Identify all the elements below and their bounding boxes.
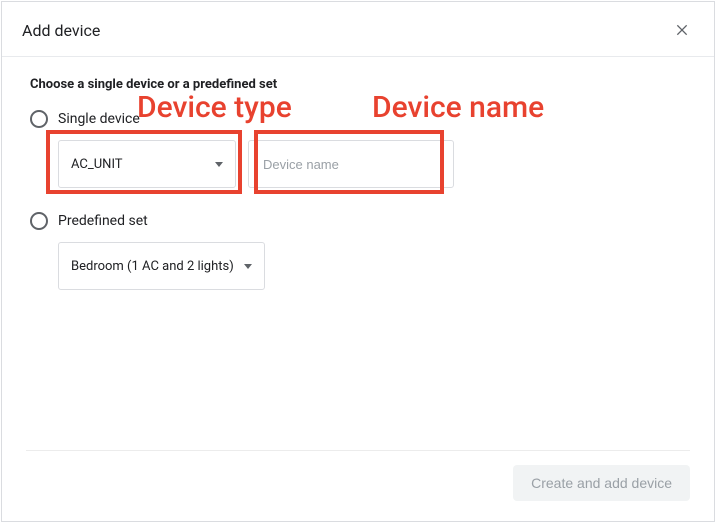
prompt-text: Choose a single device or a predefined s… <box>30 77 686 92</box>
dialog-footer: Create and add device <box>2 436 714 521</box>
predefined-set-value: Bedroom (1 AC and 2 lights) <box>71 259 234 274</box>
divider <box>26 450 690 451</box>
chevron-down-icon <box>244 264 252 269</box>
dialog-header: Add device <box>2 2 714 57</box>
dialog-title: Add device <box>22 21 100 40</box>
predefined-set-radio[interactable] <box>30 212 48 230</box>
device-type-select[interactable]: AC_UNIT <box>58 140 236 188</box>
add-device-dialog: Add device Choose a single device or a p… <box>1 1 715 522</box>
single-device-option: Single device <box>30 110 686 128</box>
predefined-set-controls: Bedroom (1 AC and 2 lights) <box>58 242 686 290</box>
dialog-content: Choose a single device or a predefined s… <box>2 57 714 334</box>
close-button[interactable] <box>670 18 694 42</box>
chevron-down-icon <box>215 162 223 167</box>
close-icon <box>674 22 690 38</box>
single-device-radio[interactable] <box>30 110 48 128</box>
device-type-value: AC_UNIT <box>71 157 123 172</box>
single-device-label: Single device <box>58 111 140 127</box>
create-add-device-button[interactable]: Create and add device <box>513 465 690 501</box>
predefined-set-label: Predefined set <box>58 213 148 229</box>
predefined-set-select[interactable]: Bedroom (1 AC and 2 lights) <box>58 242 265 290</box>
device-name-input[interactable] <box>248 140 454 188</box>
predefined-set-option: Predefined set <box>30 212 686 230</box>
single-device-controls: AC_UNIT <box>58 140 686 188</box>
